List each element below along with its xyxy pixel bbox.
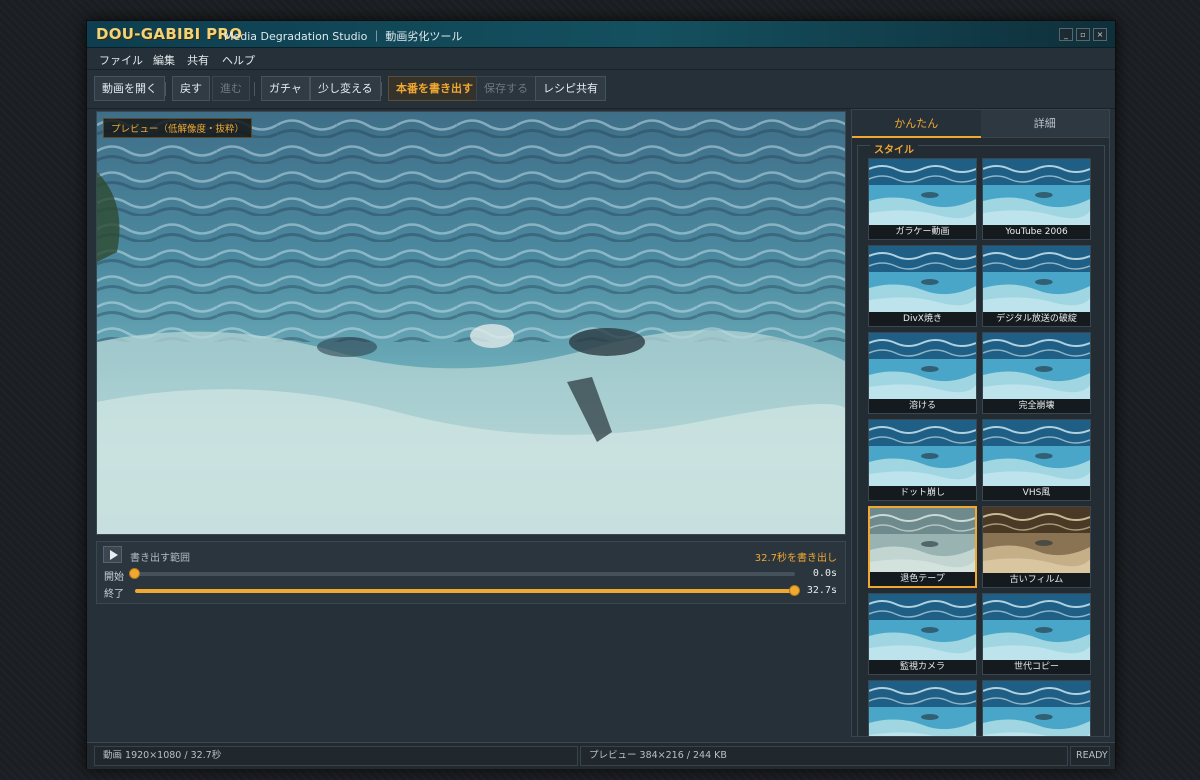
style-tile[interactable]: 退色テープ — [868, 506, 977, 588]
style-thumbnail — [869, 420, 976, 488]
style-tile[interactable]: デジタル放送の破綻 — [982, 245, 1091, 327]
style-thumbnail — [983, 246, 1090, 314]
export-button[interactable]: 本番を書き出す — [388, 76, 481, 101]
style-tile-label: 世代コピー — [983, 660, 1090, 674]
style-thumbnail — [983, 333, 1090, 401]
window-controls: _ ▫ × — [1059, 28, 1107, 41]
close-button[interactable]: × — [1093, 28, 1107, 41]
style-tile[interactable] — [868, 680, 977, 736]
minimize-button[interactable]: _ — [1059, 28, 1073, 41]
status-bar: 動画 1920×1080 / 32.7秒 プレビュー 384×216 / 244… — [87, 742, 1115, 769]
style-side-panel: かんたん 詳細 スタイル ガラケー動画 YouTube 2006 DivX焼き デジタ… — [851, 109, 1110, 737]
app-window: DOU-GABIBI PRO Media Degradation Studio … — [86, 20, 1116, 769]
share-recipe-button[interactable]: レシピ共有 — [535, 76, 606, 101]
style-tile-label: YouTube 2006 — [983, 225, 1090, 239]
style-legend: スタイル — [870, 145, 918, 156]
start-track[interactable] — [135, 572, 795, 576]
style-tile[interactable]: ガラケー動画 — [868, 158, 977, 240]
style-thumbnail — [983, 594, 1090, 662]
style-tile-label: 完全崩壊 — [983, 399, 1090, 413]
style-tile-label: デジタル放送の破綻 — [983, 312, 1090, 326]
end-slider-handle[interactable] — [789, 585, 800, 596]
style-thumbnail — [983, 159, 1090, 227]
style-group: スタイル ガラケー動画 YouTube 2006 DivX焼き デジタル放送の破綻溶け… — [857, 145, 1105, 736]
end-track[interactable] — [135, 589, 795, 593]
menu-share[interactable]: 共有 — [187, 52, 209, 68]
open-video-button[interactable]: 動画を開く — [94, 76, 165, 101]
status-preview-info: プレビュー 384×216 / 244 KB — [580, 746, 1068, 766]
start-slider-handle[interactable] — [129, 568, 140, 579]
app-subtitle: Media Degradation Studio ｜ 動画劣化ツール — [224, 30, 463, 43]
toolbar: 動画を開く 戻す 進む ガチャ 少し変える 本番を書き出す 保存する レシピ共有 — [87, 70, 1115, 109]
status-state: READY — [1070, 746, 1110, 766]
save-button[interactable]: 保存する — [476, 76, 536, 101]
style-thumbnail — [869, 246, 976, 314]
tab-detail[interactable]: 詳細 — [980, 110, 1109, 138]
style-tile[interactable]: 古いフィルム — [982, 506, 1091, 588]
underwater-preview-image — [97, 112, 845, 534]
style-tile[interactable]: VHS風 — [982, 419, 1091, 501]
start-label: 開始 — [104, 572, 124, 583]
video-preview[interactable]: プレビュー（低解像度・抜粋） — [96, 111, 846, 535]
style-tile-label: ガラケー動画 — [869, 225, 976, 239]
maximize-button[interactable]: ▫ — [1076, 28, 1090, 41]
style-tile[interactable] — [982, 680, 1091, 736]
menu-file[interactable]: ファイル — [99, 52, 143, 68]
style-thumbnail — [983, 681, 1090, 736]
menu-bar: ファイル 編集 共有 ヘルプ — [87, 48, 1115, 70]
style-tile-label: 監視カメラ — [869, 660, 976, 674]
tweak-button[interactable]: 少し変える — [310, 76, 381, 101]
range-title: 書き出す範囲 — [130, 553, 190, 564]
style-thumbnail — [869, 333, 976, 401]
range-summary: 32.7秒を書き出し — [754, 553, 837, 564]
undo-button[interactable]: 戻す — [172, 76, 210, 101]
style-thumbnail — [869, 594, 976, 662]
start-value: 0.0s — [812, 568, 837, 579]
style-thumbnail — [983, 420, 1090, 488]
style-thumbnail — [870, 508, 975, 576]
toolbar-separator — [254, 82, 255, 96]
style-tile[interactable]: YouTube 2006 — [982, 158, 1091, 240]
end-label: 終了 — [104, 589, 124, 600]
toolbar-separator — [381, 82, 382, 96]
redo-button[interactable]: 進む — [212, 76, 250, 101]
app-logo: DOU-GABIBI PRO — [96, 25, 243, 43]
menu-help[interactable]: ヘルプ — [222, 52, 255, 68]
style-tile-label: 古いフィルム — [983, 573, 1090, 587]
toolbar-separator — [165, 82, 166, 96]
export-range-panel: 書き出す範囲 32.7秒を書き出し 開始 0.0s 終了 32.7s — [96, 541, 846, 604]
mode-tabs: かんたん 詳細 — [852, 110, 1109, 138]
tab-simple[interactable]: かんたん — [852, 110, 981, 138]
style-tile-label: VHS風 — [983, 486, 1090, 500]
style-tile-label: DivX焼き — [869, 312, 976, 326]
style-thumbnail — [869, 159, 976, 227]
style-tile-label: 溶ける — [869, 399, 976, 413]
status-video-info: 動画 1920×1080 / 32.7秒 — [94, 746, 578, 766]
play-button[interactable] — [103, 546, 122, 563]
title-bar[interactable]: DOU-GABIBI PRO Media Degradation Studio … — [87, 21, 1115, 48]
style-thumbnail — [869, 681, 976, 736]
style-tile[interactable]: DivX焼き — [868, 245, 977, 327]
gacha-button[interactable]: ガチャ — [261, 76, 310, 101]
menu-edit[interactable]: 編集 — [153, 52, 175, 68]
style-thumbnail — [983, 507, 1090, 575]
preview-badge: プレビュー（低解像度・抜粋） — [103, 118, 253, 138]
style-tile[interactable]: 監視カメラ — [868, 593, 977, 675]
style-tile[interactable]: 世代コピー — [982, 593, 1091, 675]
style-tile-label: 退色テープ — [870, 572, 975, 586]
style-tile[interactable]: ドット崩し — [868, 419, 977, 501]
end-value: 32.7s — [806, 585, 837, 596]
style-tile-label: ドット崩し — [869, 486, 976, 500]
style-tile[interactable]: 溶ける — [868, 332, 977, 414]
style-tile[interactable]: 完全崩壊 — [982, 332, 1091, 414]
